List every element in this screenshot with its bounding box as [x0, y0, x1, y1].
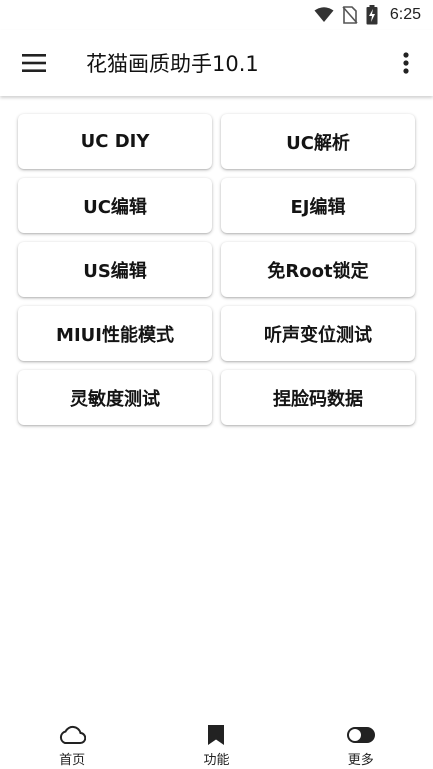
- root-free-lock-button[interactable]: 免Root锁定: [221, 242, 415, 297]
- bookmark-icon: [207, 723, 225, 747]
- hamburger-menu-icon[interactable]: [16, 45, 52, 81]
- battery-charging-icon: [366, 5, 378, 25]
- uc-edit-button[interactable]: UC编辑: [18, 178, 212, 233]
- status-time: 6:25: [389, 6, 421, 23]
- miui-performance-button[interactable]: MIUI性能模式: [18, 306, 212, 361]
- app-bar: 花猫画质助手10.1: [0, 30, 433, 96]
- nav-label-more: 更多: [347, 753, 374, 768]
- toggle-icon: [346, 723, 376, 747]
- face-code-data-button[interactable]: 捏脸码数据: [221, 370, 415, 425]
- sensitivity-test-button[interactable]: 灵敏度测试: [18, 370, 212, 425]
- no-sim-icon: [342, 6, 358, 24]
- nav-label-home: 首页: [59, 753, 86, 768]
- status-bar: 6:25: [0, 0, 433, 30]
- nav-item-functions[interactable]: 功能: [166, 709, 266, 768]
- uc-diy-button[interactable]: UC DIY: [18, 114, 212, 169]
- uc-parse-button[interactable]: UC解析: [221, 114, 415, 169]
- nav-label-functions: 功能: [203, 753, 230, 768]
- more-vertical-icon[interactable]: [391, 45, 421, 81]
- bottom-navigation: 首页 功能 更多: [0, 709, 433, 769]
- ej-edit-button[interactable]: EJ编辑: [221, 178, 415, 233]
- nav-item-more[interactable]: 更多: [311, 709, 411, 768]
- sound-position-test-button[interactable]: 听声变位测试: [221, 306, 415, 361]
- cloud-icon: [58, 723, 87, 747]
- nav-item-home[interactable]: 首页: [22, 709, 122, 768]
- function-grid: UC DIY UC解析 UC编辑 EJ编辑 US编辑 免Root锁定 MIUI性…: [18, 114, 415, 425]
- wifi-icon: [314, 7, 334, 23]
- page-title: 花猫画质助手10.1: [86, 52, 259, 76]
- us-edit-button[interactable]: US编辑: [18, 242, 212, 297]
